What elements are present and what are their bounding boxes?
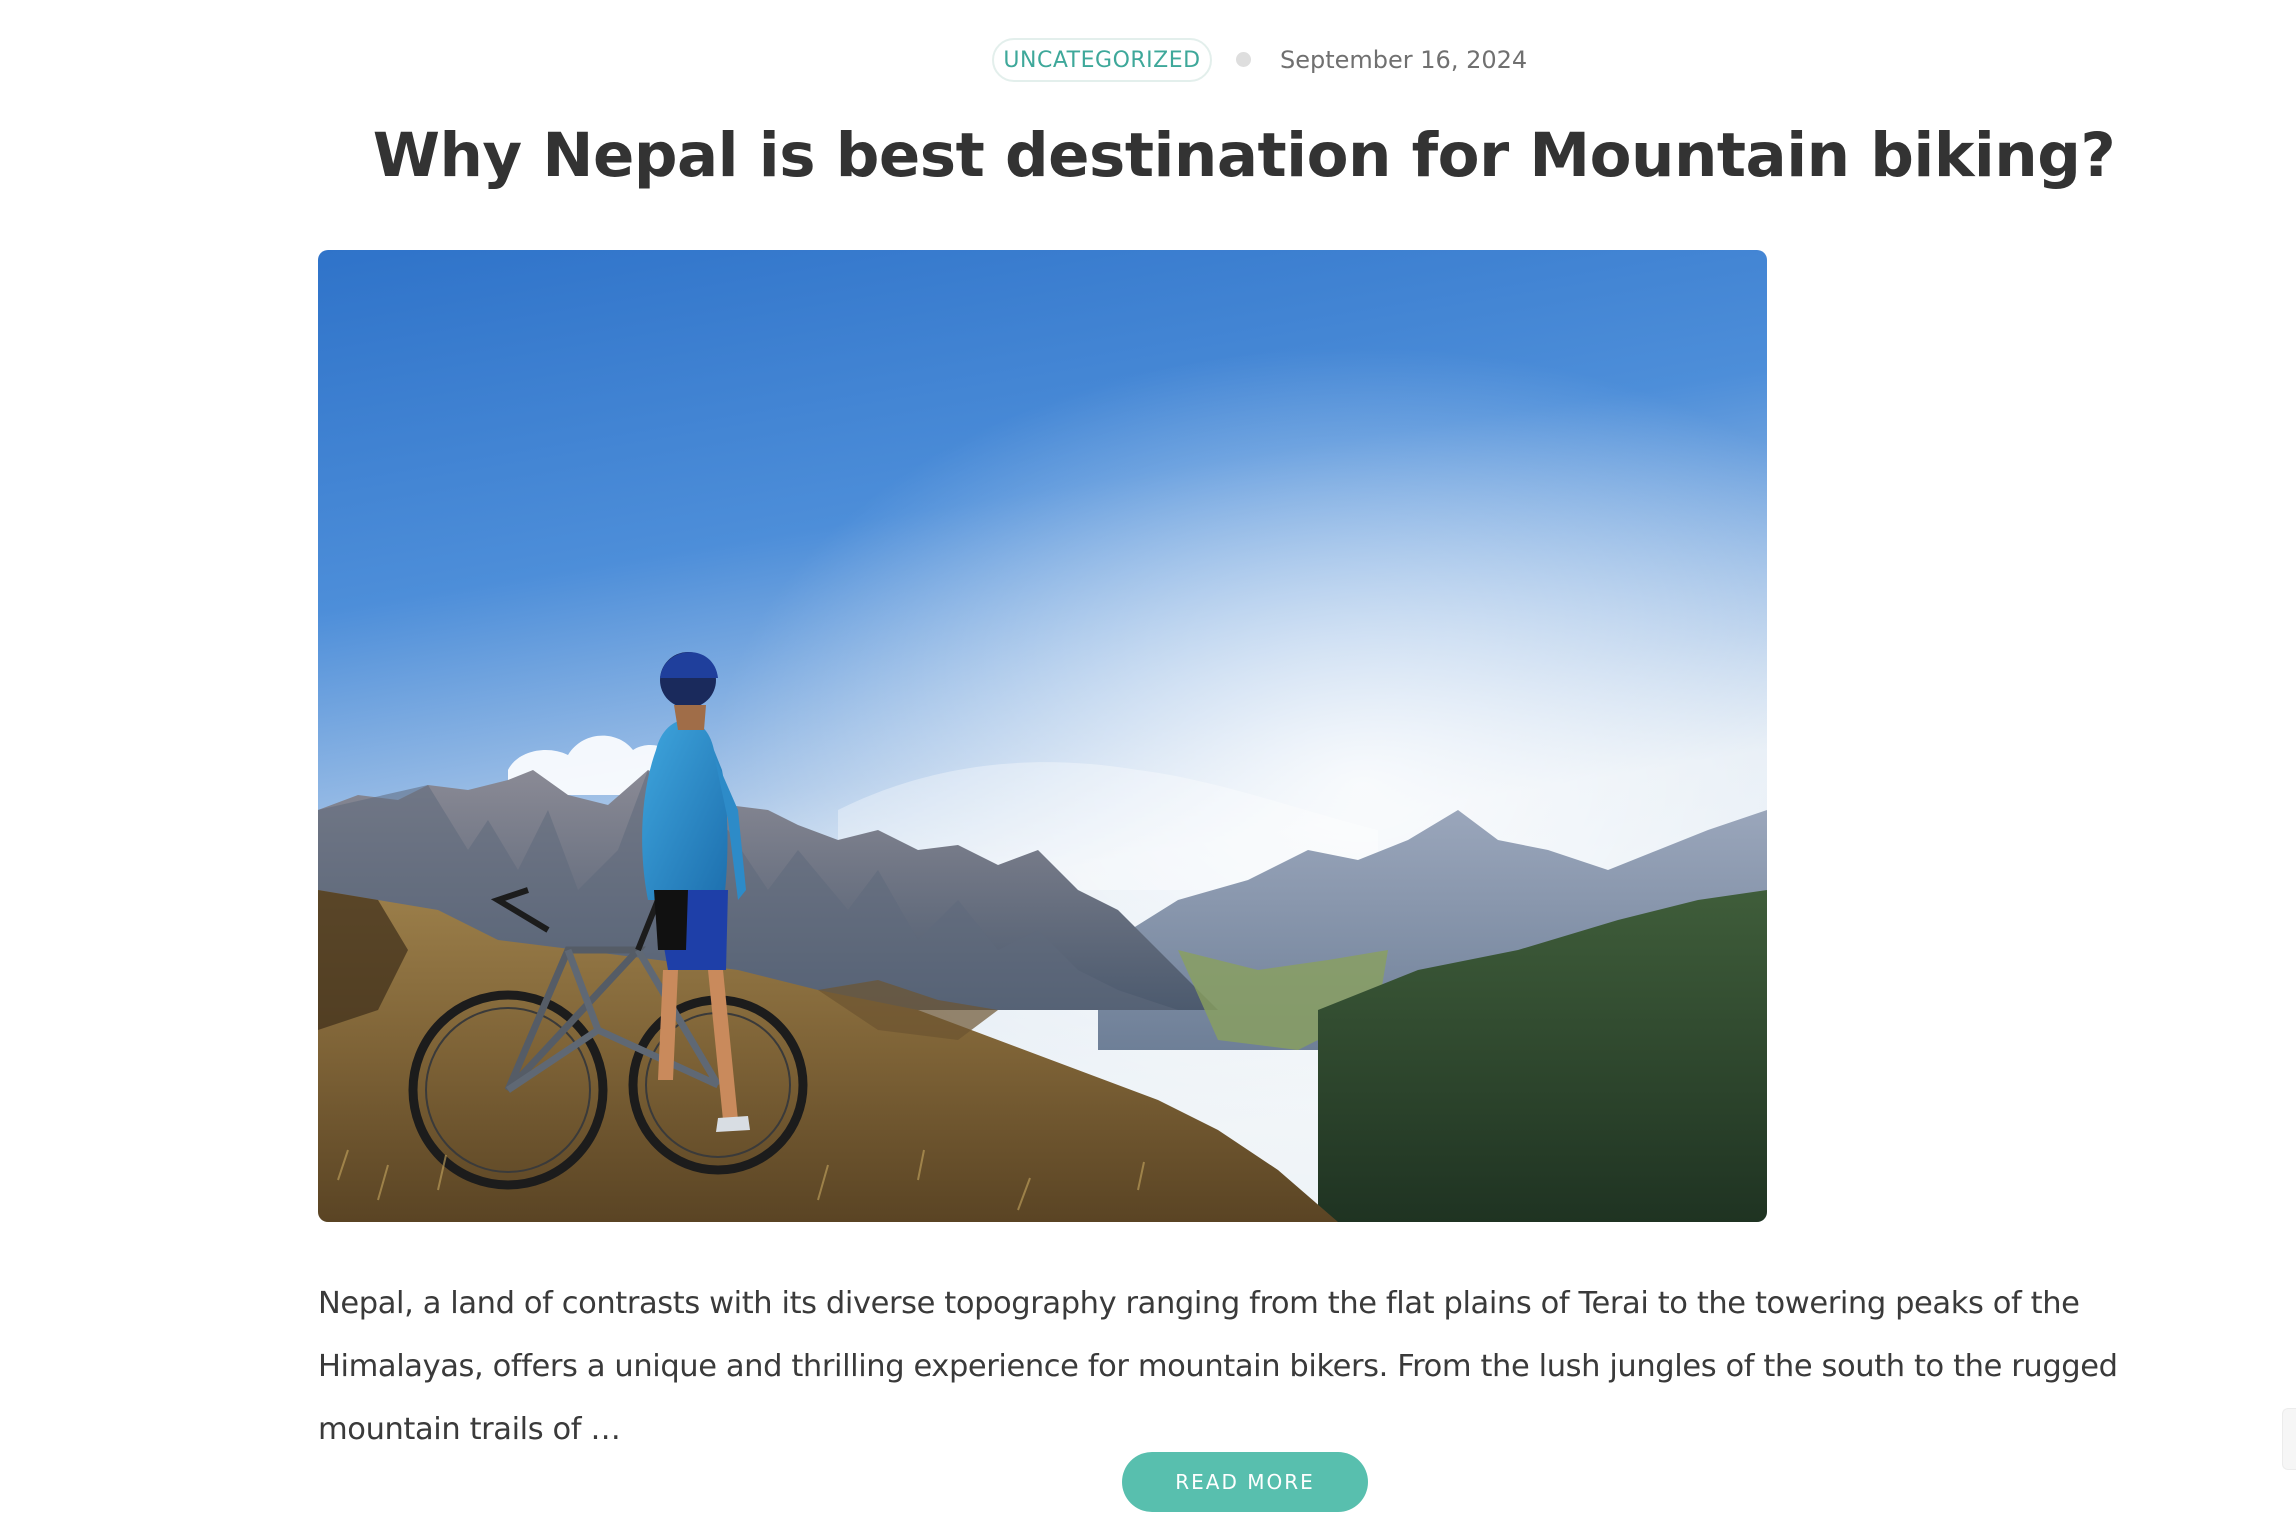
read-more-button[interactable]: READ MORE xyxy=(1122,1452,1368,1512)
post-excerpt: Nepal, a land of contrasts with its dive… xyxy=(318,1286,2118,1447)
post-meta: UNCATEGORIZED September 16, 2024 xyxy=(0,38,2296,84)
meta-separator-dot xyxy=(1236,52,1251,67)
side-panel-tab[interactable] xyxy=(2282,1408,2296,1470)
category-badge-link[interactable]: UNCATEGORIZED xyxy=(992,38,1212,82)
featured-image[interactable] xyxy=(318,250,1767,1222)
post-date: September 16, 2024 xyxy=(1280,46,1528,74)
post-title-link[interactable]: Why Nepal is best destination for Mounta… xyxy=(0,112,2296,200)
